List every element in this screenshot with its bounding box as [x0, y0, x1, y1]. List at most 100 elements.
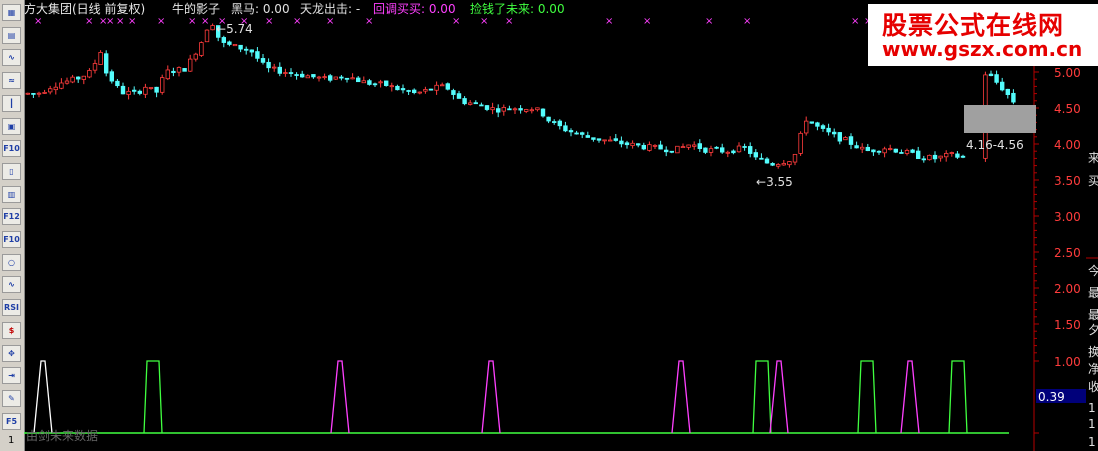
signal-marker: ×	[157, 16, 165, 27]
signal-spike	[948, 360, 968, 434]
f10-alt-button[interactable]: F10	[2, 231, 21, 248]
candle-up	[126, 90, 131, 95]
signal-marker: ×	[705, 16, 713, 27]
export-icon[interactable]: ⇥	[2, 367, 21, 385]
candle-down	[658, 144, 663, 150]
price-zone-box	[964, 105, 1036, 133]
candle-down	[355, 77, 361, 83]
candle-up	[42, 92, 47, 94]
candle-down	[428, 88, 434, 91]
candle-up	[882, 148, 887, 154]
indicator-icon[interactable]: ∿	[2, 276, 21, 294]
candle-down	[731, 150, 736, 154]
calc-icon[interactable]: ▤	[2, 26, 21, 44]
candle-down	[613, 138, 618, 141]
candle-down	[154, 86, 159, 93]
candle-down	[238, 44, 243, 50]
current-value: 0.39	[1038, 390, 1065, 404]
signal-panel	[24, 360, 1009, 434]
rsi-button[interactable]: RSI	[2, 299, 21, 317]
candle-up	[98, 52, 103, 65]
candle-down	[742, 146, 747, 148]
kline-chart[interactable]: 5.00 4.50 4.00 3.50 3.00 2.50 2.00 1.50 1.00 0.39…	[24, 0, 1098, 451]
candle-down	[495, 108, 501, 113]
candle-down	[249, 49, 254, 53]
candle-down	[876, 150, 882, 153]
multi-window-icon[interactable]: ▣	[2, 117, 21, 135]
ma-icon[interactable]: ≈	[2, 72, 21, 90]
candle-down	[372, 83, 378, 86]
info-icon[interactable]: ▯	[2, 162, 21, 180]
search-icon[interactable]: ○	[2, 253, 21, 271]
candle-up	[25, 92, 30, 95]
candle-down	[580, 132, 585, 135]
candle-down	[1011, 92, 1016, 103]
signal-spike	[33, 360, 53, 434]
header-item-tianlong: 天龙出击: -	[300, 2, 360, 16]
kline-icon[interactable]: ┃	[2, 94, 21, 112]
candle-down	[299, 73, 305, 78]
candle-up	[59, 82, 64, 89]
candle-down	[137, 90, 142, 94]
left-toolbar: ▦ ▤ ∿ ≈ ┃ ▣ F10 ▯ ▥ F12 F10 ○ ∿ RSI $ ✥ ⇥ ✎ F5 1	[0, 0, 25, 451]
f5-button[interactable]: F5	[2, 412, 21, 430]
chart-type-icon[interactable]: ▦	[2, 4, 21, 21]
f10-button[interactable]: F10	[2, 140, 21, 158]
candle-up	[843, 137, 848, 141]
candle-up	[675, 145, 680, 154]
candle-down	[518, 108, 523, 111]
candle-up	[804, 120, 809, 134]
candle-up	[647, 144, 652, 151]
candle-down	[243, 48, 249, 51]
signal-marker: ×	[643, 16, 651, 27]
signal-spike	[671, 360, 691, 434]
candle-up	[92, 63, 98, 71]
axis-tick-label: 3.50	[1054, 174, 1081, 188]
candle-down	[1005, 88, 1010, 95]
signal-marker: ×	[128, 16, 136, 27]
candle-up	[781, 163, 786, 166]
candle-down	[557, 120, 562, 127]
pencil-icon[interactable]: ✎	[2, 389, 21, 407]
candle-down	[574, 132, 579, 135]
candle-down	[546, 116, 551, 122]
low-price-label: ←3.55	[756, 175, 793, 189]
candle-down	[1000, 81, 1005, 91]
candle-up	[271, 66, 277, 69]
info-panel-char: 今	[1088, 263, 1098, 278]
candle-up	[501, 107, 506, 112]
candle-down	[221, 37, 226, 43]
candle-down	[921, 158, 926, 161]
axis-tick-label: 4.00	[1054, 138, 1081, 152]
signal-marker: ×	[452, 16, 460, 27]
candle-up	[176, 67, 182, 73]
signal-marker: ×	[743, 16, 751, 27]
signal-marker: ×	[201, 16, 209, 27]
signal-marker: ×	[34, 16, 42, 27]
axis-tick-label: 3.00	[1054, 210, 1081, 224]
candle-down	[932, 154, 938, 160]
candle-down	[339, 76, 344, 79]
plugin-icon[interactable]: $	[2, 321, 21, 339]
candle-down	[227, 41, 232, 45]
info-panel-char: 1	[1088, 417, 1096, 431]
candle-up	[81, 75, 86, 80]
candle-up	[333, 76, 338, 80]
candle-up	[949, 152, 954, 154]
candle-down	[826, 127, 831, 133]
candle-up	[350, 77, 355, 80]
candle-up	[776, 164, 781, 167]
trend-icon[interactable]: ∿	[2, 49, 21, 67]
high-price-label: ←5.74	[216, 22, 253, 36]
signal-marker: ×	[265, 16, 273, 27]
candle-down	[132, 89, 137, 92]
candle-up	[708, 148, 714, 153]
candle-down	[916, 150, 921, 160]
f12-button[interactable]: F12	[2, 208, 21, 226]
move-icon[interactable]: ✥	[2, 344, 21, 362]
candle-up	[512, 108, 518, 111]
candle-up	[860, 146, 865, 150]
note-icon[interactable]: ▥	[2, 185, 21, 203]
candle-down	[171, 70, 176, 74]
candle-down	[899, 152, 904, 154]
